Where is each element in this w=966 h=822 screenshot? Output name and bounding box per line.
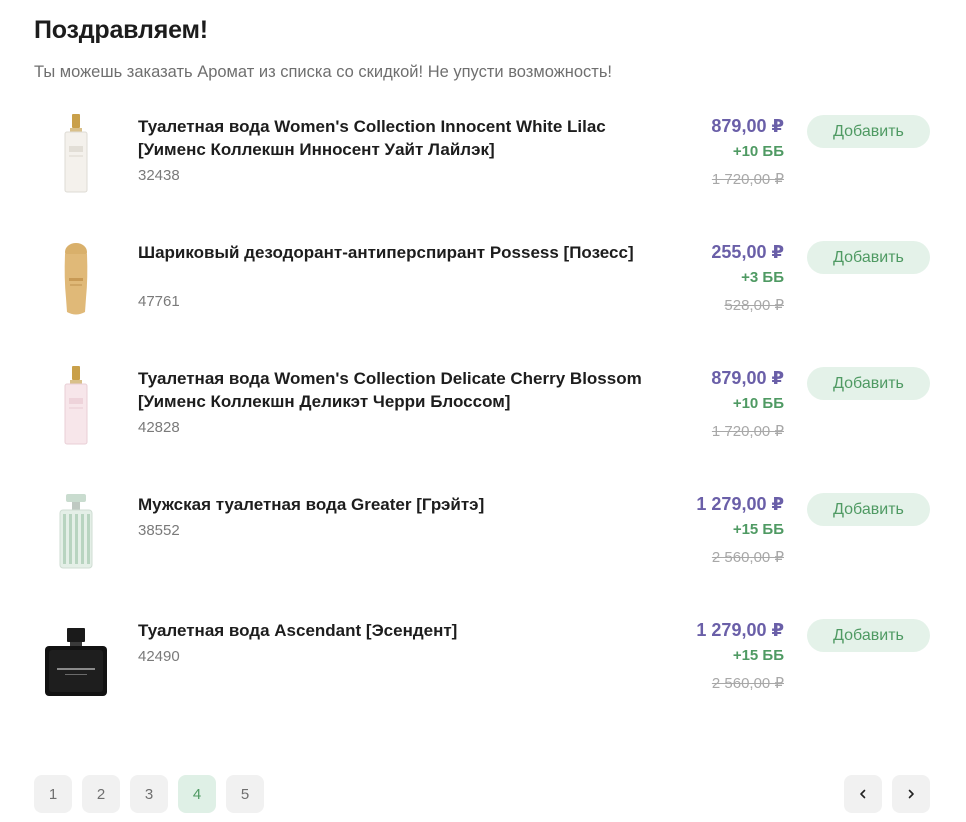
page-button-2[interactable]: 2 xyxy=(82,775,120,813)
add-button[interactable]: Добавить xyxy=(807,493,930,526)
product-list: Туалетная вода Women's Collection Innoce… xyxy=(0,106,966,736)
current-price: 879,00 ₽ xyxy=(711,368,784,388)
greater-bottle-icon xyxy=(36,490,116,574)
product-sku: 47761 xyxy=(138,293,180,310)
list-item: Туалетная вода Ascendant [Эсендент] 4249… xyxy=(0,610,966,736)
bonus-points: +3 ББ xyxy=(741,269,784,286)
bonus-points: +10 ББ xyxy=(732,395,784,412)
product-name[interactable]: Туалетная вода Ascendant [Эсендент] xyxy=(138,619,658,642)
old-price: 2 560,00 ₽ xyxy=(711,675,784,692)
product-sku: 42828 xyxy=(138,419,180,436)
product-name[interactable]: Шариковый дезодорант-антиперспирант Poss… xyxy=(138,241,658,264)
product-sku: 32438 xyxy=(138,167,180,184)
list-item: Мужская туалетная вода Greater [Грэйтэ] … xyxy=(0,484,966,610)
price-block: 1 279,00 ₽ +15 ББ 2 560,00 ₽ xyxy=(696,619,784,693)
current-price: 1 279,00 ₽ xyxy=(696,620,784,640)
product-name[interactable]: Туалетная вода Women's Collection Innoce… xyxy=(138,115,658,161)
pagination-nav xyxy=(844,775,930,813)
page-subtitle: Ты можешь заказать Аромат из списка со с… xyxy=(34,63,613,81)
chevron-right-icon xyxy=(908,789,914,799)
product-sku: 42490 xyxy=(138,648,180,665)
page-button-4[interactable]: 4 xyxy=(178,775,216,813)
current-price: 879,00 ₽ xyxy=(711,116,784,136)
roll-on-deodorant-icon xyxy=(36,238,116,322)
add-button[interactable]: Добавить xyxy=(807,367,930,400)
bonus-points: +10 ББ xyxy=(732,143,784,160)
page-button-3[interactable]: 3 xyxy=(130,775,168,813)
list-item: Туалетная вода Women's Collection Delica… xyxy=(0,358,966,484)
bonus-points: +15 ББ xyxy=(732,521,784,538)
cherry-blossom-bottle-icon xyxy=(36,364,116,448)
page-button-1[interactable]: 1 xyxy=(34,775,72,813)
old-price: 2 560,00 ₽ xyxy=(711,549,784,566)
bonus-points: +15 ББ xyxy=(732,647,784,664)
product-sku: 38552 xyxy=(138,522,180,539)
add-button[interactable]: Добавить xyxy=(807,115,930,148)
product-name[interactable]: Туалетная вода Women's Collection Delica… xyxy=(138,367,658,413)
chevron-left-icon xyxy=(860,789,866,799)
old-price: 1 720,00 ₽ xyxy=(711,423,784,440)
prev-page-button[interactable] xyxy=(844,775,882,813)
price-block: 879,00 ₽ +10 ББ 1 720,00 ₽ xyxy=(711,115,784,189)
add-button[interactable]: Добавить xyxy=(807,241,930,274)
current-price: 255,00 ₽ xyxy=(711,242,784,262)
old-price: 528,00 ₽ xyxy=(724,297,784,314)
page-button-5[interactable]: 5 xyxy=(226,775,264,813)
add-button[interactable]: Добавить xyxy=(807,619,930,652)
white-lilac-bottle-icon xyxy=(36,112,116,196)
price-block: 879,00 ₽ +10 ББ 1 720,00 ₽ xyxy=(711,367,784,441)
pagination: 1 2 3 4 5 xyxy=(34,775,264,813)
current-price: 1 279,00 ₽ xyxy=(696,494,784,514)
ascendant-bottle-icon xyxy=(36,616,116,700)
next-page-button[interactable] xyxy=(892,775,930,813)
price-block: 255,00 ₽ +3 ББ 528,00 ₽ xyxy=(711,241,784,315)
old-price: 1 720,00 ₽ xyxy=(711,171,784,188)
list-item: Шариковый дезодорант-антиперспирант Poss… xyxy=(0,232,966,358)
list-item: Туалетная вода Women's Collection Innoce… xyxy=(0,106,966,232)
page-title: Поздравляем! xyxy=(34,16,208,44)
product-name[interactable]: Мужская туалетная вода Greater [Грэйтэ] xyxy=(138,493,658,516)
price-block: 1 279,00 ₽ +15 ББ 2 560,00 ₽ xyxy=(696,493,784,567)
